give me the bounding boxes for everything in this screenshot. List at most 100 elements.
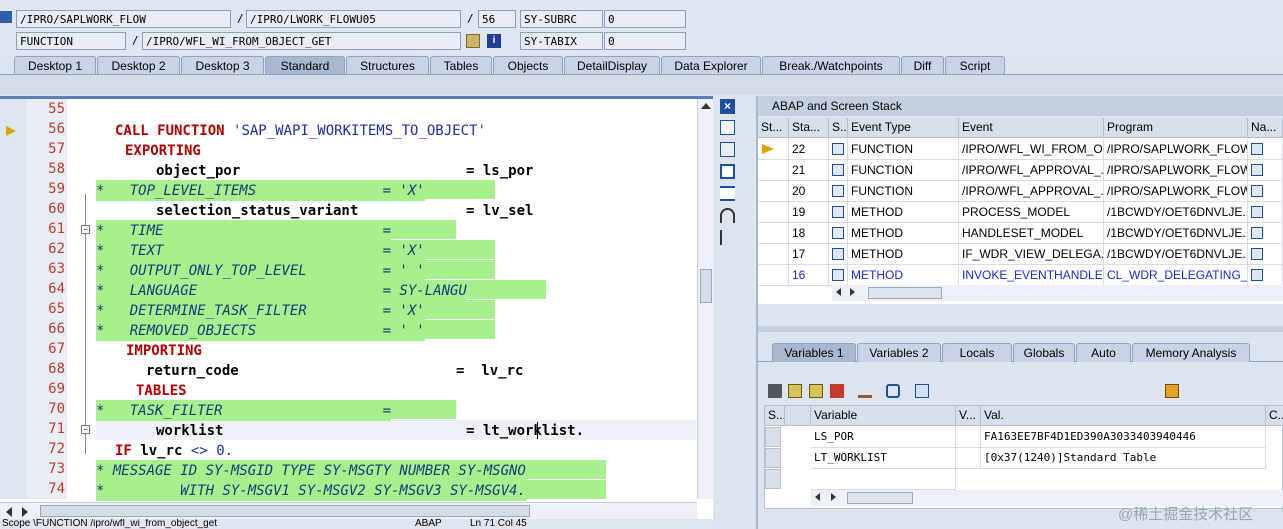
stack-name-cell[interactable] [1248,202,1283,223]
column-header[interactable]: V... [956,406,981,426]
navigate-icon[interactable] [1251,185,1263,197]
program-field[interactable]: /IPRO/SAPLWORK_FLOW [16,10,231,28]
navigate-icon[interactable] [1251,227,1263,239]
stack-event[interactable]: INVOKE_EVENTHANDLER [959,265,1104,286]
row-selector[interactable] [765,427,781,447]
scroll-up-icon[interactable] [701,103,711,109]
stack-source-cell[interactable] [829,244,848,265]
variable-name[interactable]: LT_WORKLIST [811,448,956,469]
navigate-icon[interactable] [1251,164,1263,176]
stack-event[interactable]: PROCESS_MODEL [959,202,1104,223]
stack-level[interactable]: 22 [789,139,829,160]
tab-detail-display[interactable]: DetailDisplay [564,56,660,74]
editor-horizontal-scrollbar[interactable] [0,502,697,519]
source-code-icon[interactable] [832,185,844,197]
stack-program[interactable]: /1BCWDY/OET6DNVLJE... [1104,202,1248,223]
include-field[interactable]: /IPRO/LWORK_FLOWU05 [246,10,461,28]
column-header[interactable]: St... [758,118,789,138]
block-name-field[interactable]: /IPRO/WFL_WI_FROM_OBJECT_GET [142,32,461,50]
stack-event[interactable]: /IPRO/WFL_APPROVAL_... [959,160,1104,181]
source-code-icon[interactable] [832,269,844,281]
scroll-left-icon[interactable] [6,507,12,517]
column-header[interactable]: S... [829,118,848,138]
scroll-left-icon[interactable] [836,288,841,296]
column-header[interactable]: Event [959,118,1104,138]
column-header[interactable] [785,406,811,426]
tab-script[interactable]: Script [945,56,1005,74]
tab-breakpoints[interactable]: Break./Watchpoints [762,56,900,74]
stack-level[interactable]: 17 [789,244,829,265]
stack-source-cell[interactable] [829,202,848,223]
column-header[interactable]: C... [1266,406,1283,426]
tab-data-explorer[interactable]: Data Explorer [661,56,761,74]
stack-event[interactable]: /IPRO/WFL_WI_FROM_O... [959,139,1104,160]
column-header[interactable]: Val. [981,406,1266,426]
stack-level[interactable]: 18 [789,223,829,244]
fold-toggle[interactable]: − [81,425,90,434]
services-icon[interactable] [720,208,735,223]
tab-desktop-3[interactable]: Desktop 3 [181,56,264,74]
tab-standard[interactable]: Standard [265,56,345,74]
variable-name[interactable]: LS_POR [811,427,956,448]
stack-event-type[interactable]: METHOD [848,223,959,244]
close-icon[interactable]: × [720,99,735,114]
stack-program[interactable]: CL_WDR_DELEGATING_... [1104,265,1248,286]
info-icon[interactable]: i [487,34,501,48]
stack-program[interactable]: /1BCWDY/OET6DNVLJE... [1104,223,1248,244]
tab-variables-1[interactable]: Variables 1 [772,343,856,362]
stack-name-cell[interactable] [1248,223,1283,244]
stack-horizontal-scrollbar[interactable] [832,285,1283,301]
navigate-icon[interactable] [1251,248,1263,260]
editor-vertical-scrollbar[interactable] [697,99,713,499]
swap-icon[interactable] [720,186,735,201]
stack-name-cell[interactable] [1248,139,1283,160]
variable-name[interactable] [811,469,956,490]
stack-name-cell[interactable] [1248,244,1283,265]
stack-name-cell[interactable] [1248,265,1283,286]
replace-tool-icon[interactable] [720,142,735,157]
scroll-right-icon[interactable] [22,507,28,517]
stack-status-cell[interactable] [758,139,789,160]
remove-icon[interactable] [830,384,844,398]
navigate-icon[interactable] [1251,143,1263,155]
navigate-icon[interactable] [1251,206,1263,218]
tab-structures[interactable]: Structures [346,56,429,74]
stack-event[interactable]: HANDLESET_MODEL [959,223,1104,244]
stack-status-cell[interactable] [758,223,789,244]
copy-icon[interactable] [809,384,823,398]
navigate-icon[interactable] [1251,269,1263,281]
column-header[interactable]: Program [1104,118,1248,138]
stack-event-type[interactable]: FUNCTION [848,181,959,202]
variable-value[interactable]: FA163EE7BF4D1ED390A3033403940446 [981,427,1266,448]
stack-name-cell[interactable] [1248,160,1283,181]
tab-objects[interactable]: Objects [493,56,563,74]
stack-source-cell[interactable] [829,160,848,181]
tab-locals[interactable]: Locals [942,343,1012,362]
block-type-field[interactable]: FUNCTION [16,32,126,50]
source-code-icon[interactable] [832,227,844,239]
source-code-icon[interactable] [832,143,844,155]
save-icon[interactable] [1165,384,1179,398]
row-selector[interactable] [765,469,781,489]
stack-event-type[interactable]: FUNCTION [848,139,959,160]
stack-program[interactable]: /IPRO/SAPLWORK_FLOW [1104,181,1248,202]
tab-tables[interactable]: Tables [430,56,492,74]
tab-variables-2[interactable]: Variables 2 [857,343,941,362]
source-code-icon[interactable] [832,206,844,218]
stack-status-cell[interactable] [758,160,789,181]
column-header[interactable]: Event Type [848,118,959,138]
stack-source-cell[interactable] [829,223,848,244]
detail-icon[interactable] [915,384,929,398]
stack-source-cell[interactable] [829,139,848,160]
sort-icon[interactable] [858,384,872,398]
scroll-left-icon[interactable] [815,493,820,501]
scroll-thumb[interactable] [868,287,942,299]
stack-event[interactable]: IF_WDR_VIEW_DELEGA... [959,244,1104,265]
fold-toggle[interactable]: − [81,225,90,234]
stack-level[interactable]: 16 [789,265,829,286]
stack-program[interactable]: /IPRO/SAPLWORK_FLOW [1104,160,1248,181]
tab-memory-analysis[interactable]: Memory Analysis [1132,343,1250,362]
stack-event-type[interactable]: METHOD [848,265,959,286]
transfer-icon[interactable] [886,384,900,398]
scroll-right-icon[interactable] [831,493,836,501]
